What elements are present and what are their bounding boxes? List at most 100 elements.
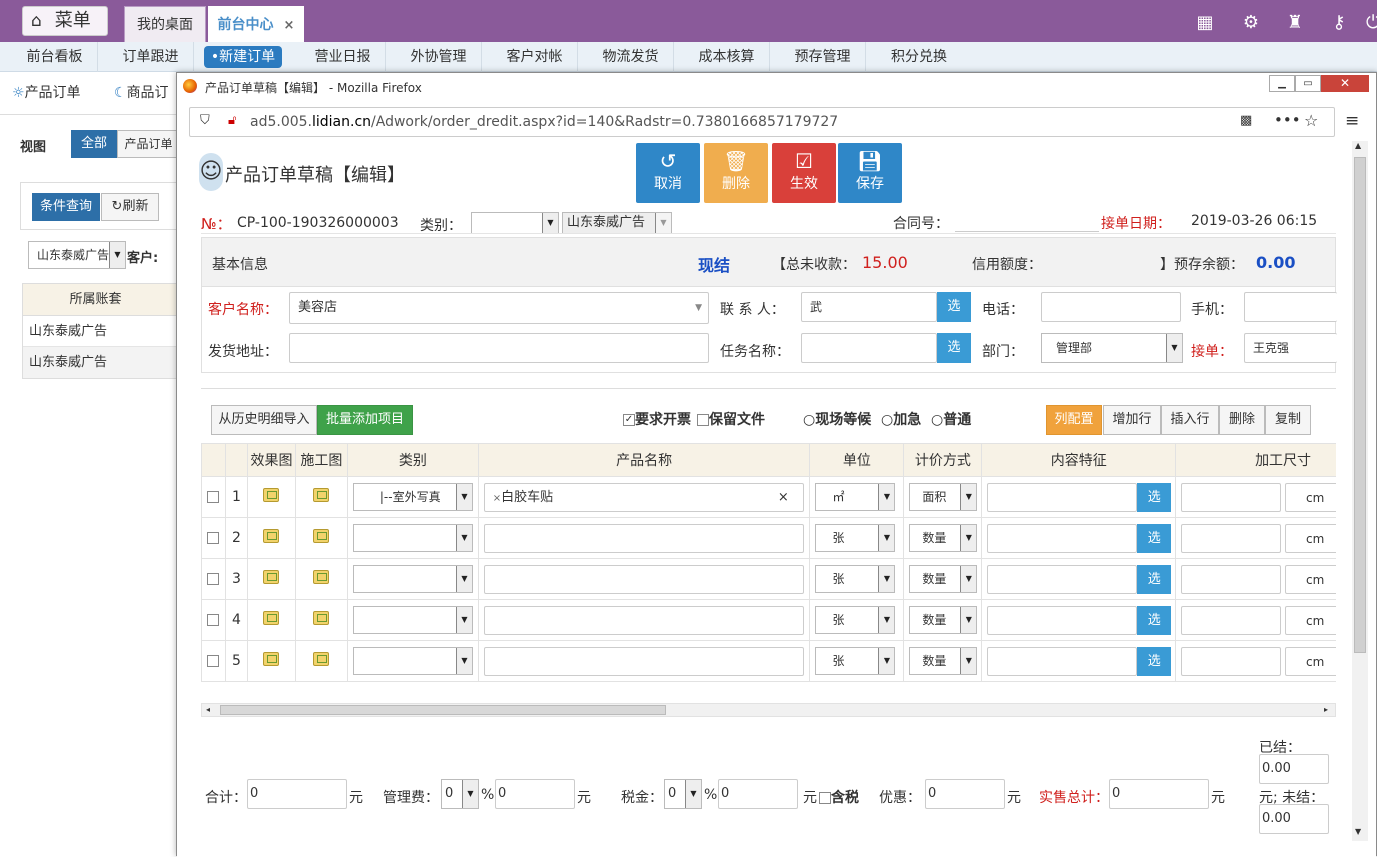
unit-select[interactable]: 张 ▼ bbox=[815, 606, 896, 634]
size-input[interactable] bbox=[1181, 606, 1282, 635]
content-pick-button[interactable]: 选 bbox=[1137, 483, 1172, 512]
table-row[interactable]: 山东泰威广告 bbox=[23, 347, 180, 378]
checkbox[interactable] bbox=[207, 573, 220, 585]
pricing-select[interactable]: 数量 ▼ bbox=[909, 606, 978, 634]
unit-select[interactable]: 张 ▼ bbox=[815, 524, 896, 552]
insecure-lock-icon[interactable]: 🔓︎ bbox=[228, 113, 236, 128]
unit-select[interactable]: ㎡ ▼ bbox=[815, 483, 896, 511]
contract-input[interactable] bbox=[955, 231, 1099, 232]
scroll-thumb[interactable] bbox=[1354, 157, 1366, 653]
priority-onsite[interactable]: ○现场等候 bbox=[803, 409, 871, 429]
save-button[interactable]: 💾︎ 保存 bbox=[838, 143, 902, 203]
content-input[interactable] bbox=[987, 565, 1138, 594]
nav-points[interactable]: 积分兑换 bbox=[876, 42, 962, 72]
column-config-button[interactable]: 列配置 bbox=[1046, 405, 1102, 435]
nav-cost[interactable]: 成本核算 bbox=[684, 42, 770, 72]
more-icon[interactable]: ••• bbox=[1274, 111, 1301, 129]
url-bar[interactable]: ⛉ 🔓︎ ad5.005.lidian.cn/Adwork/order_dred… bbox=[189, 107, 1335, 137]
import-history-button[interactable]: 从历史明细导入 bbox=[211, 405, 317, 435]
delete-row-button[interactable]: 删除 bbox=[1219, 405, 1265, 435]
horizontal-scrollbar[interactable]: ◂ ▸ bbox=[201, 703, 1336, 717]
invoice-option[interactable]: ✓ 要求开票 bbox=[623, 409, 691, 429]
radio-icon[interactable]: ○ bbox=[931, 412, 943, 428]
effect-cell[interactable] bbox=[246, 517, 296, 559]
scroll-right-icon[interactable]: ▸ bbox=[1324, 704, 1328, 716]
effect-cell[interactable] bbox=[246, 476, 296, 518]
checkbox[interactable] bbox=[697, 414, 709, 426]
tax-pct-select[interactable]: 0 ▼ bbox=[664, 779, 702, 809]
category-select[interactable]: |--室外写真 ▼ bbox=[352, 483, 473, 511]
clear-icon[interactable]: × bbox=[778, 484, 789, 511]
batch-add-button[interactable]: 批量添加项目 bbox=[317, 405, 413, 435]
pricing-select[interactable]: 面积 ▼ bbox=[909, 483, 978, 511]
tab-goods-order[interactable]: ☾商品订 bbox=[114, 72, 180, 114]
tax-incl-option[interactable]: 含税 bbox=[819, 787, 859, 807]
copy-row-button[interactable]: 复制 bbox=[1265, 405, 1311, 435]
tab-product-order[interactable]: ☼产品订单 bbox=[12, 72, 102, 114]
row-select[interactable] bbox=[201, 599, 226, 641]
cancel-button[interactable]: ↺ 取消 bbox=[636, 143, 700, 203]
image-upload-icon[interactable] bbox=[263, 529, 280, 543]
unit-select[interactable]: 张 ▼ bbox=[815, 647, 896, 675]
sum-input[interactable]: 0 bbox=[247, 779, 347, 809]
grid-add-icon[interactable]: ▦ bbox=[1194, 12, 1216, 34]
scroll-left-icon[interactable]: ◂ bbox=[206, 704, 210, 716]
insert-row-button[interactable]: 插入行 bbox=[1161, 405, 1219, 435]
mobile-input[interactable] bbox=[1244, 292, 1337, 322]
product-input[interactable] bbox=[483, 565, 804, 594]
nav-prestore[interactable]: 预存管理 bbox=[780, 42, 866, 72]
image-upload-icon[interactable] bbox=[313, 488, 330, 502]
image-upload-icon[interactable] bbox=[313, 529, 330, 543]
row-select[interactable] bbox=[201, 640, 226, 682]
tab-my-desktop[interactable]: 我的桌面 bbox=[124, 6, 206, 42]
contact-input[interactable]: 武 bbox=[801, 292, 937, 322]
image-upload-icon[interactable] bbox=[313, 652, 330, 666]
category-select[interactable]: ▼ bbox=[352, 606, 473, 634]
nav-customer-account[interactable]: 客户对帐 bbox=[492, 42, 578, 72]
dept-select[interactable]: 管理部 ▼ bbox=[1041, 333, 1183, 363]
effect-cell[interactable] bbox=[246, 558, 296, 600]
scroll-down-icon[interactable]: ▼ bbox=[1355, 827, 1361, 836]
checkbox[interactable] bbox=[207, 532, 220, 544]
table-row[interactable]: 山东泰威广告 bbox=[23, 316, 180, 347]
nav-daily-report[interactable]: 营业日报 bbox=[300, 42, 386, 72]
query-button[interactable]: 条件查询 bbox=[32, 193, 100, 221]
star-icon[interactable]: ☆ bbox=[1304, 111, 1318, 130]
close-icon[interactable]: × bbox=[284, 18, 295, 33]
size-input[interactable] bbox=[1181, 483, 1282, 512]
category-select[interactable]: ▼ bbox=[352, 524, 473, 552]
contact-pick-button[interactable]: 选 bbox=[937, 292, 971, 322]
content-pick-button[interactable]: 选 bbox=[1137, 647, 1172, 676]
image-upload-icon[interactable] bbox=[263, 488, 280, 502]
settled-input[interactable]: 0.00 bbox=[1259, 754, 1329, 784]
radio-icon[interactable]: ○ bbox=[881, 412, 893, 428]
nav-logistics[interactable]: 物流发货 bbox=[588, 42, 674, 72]
phone-input[interactable] bbox=[1041, 292, 1181, 322]
mgmt-input[interactable]: 0 bbox=[495, 779, 575, 809]
size-input[interactable] bbox=[1181, 647, 1282, 676]
nav-new-order[interactable]: •新建订单 bbox=[204, 46, 282, 68]
construct-cell[interactable] bbox=[294, 517, 348, 559]
checkbox[interactable] bbox=[207, 491, 220, 503]
product-input[interactable] bbox=[483, 524, 804, 553]
shield-icon[interactable]: ⛉ bbox=[200, 113, 210, 128]
nav-front-board[interactable]: 前台看板 bbox=[12, 42, 98, 72]
gear-icon[interactable]: ⚙ bbox=[1240, 12, 1262, 34]
confirm-button[interactable]: ☑ 生效 bbox=[772, 143, 836, 203]
view-product-button[interactable]: 产品订单 bbox=[117, 130, 180, 158]
content-pick-button[interactable]: 选 bbox=[1137, 606, 1172, 635]
customer-name-select[interactable]: 美容店 ▼ bbox=[289, 292, 709, 324]
mgmt-pct-select[interactable]: 0 ▼ bbox=[441, 779, 479, 809]
construct-cell[interactable] bbox=[294, 599, 348, 641]
content-input[interactable] bbox=[987, 524, 1138, 553]
pricing-select[interactable]: 数量 ▼ bbox=[909, 524, 978, 552]
product-input[interactable] bbox=[483, 647, 804, 676]
add-row-button[interactable]: 增加行 bbox=[1103, 405, 1161, 435]
shirt-icon[interactable]: ♜ bbox=[1284, 12, 1306, 34]
row-select[interactable] bbox=[201, 558, 226, 600]
company-select[interactable]: 山东泰威广告 ▼ bbox=[28, 241, 126, 269]
taker-input[interactable]: 王克强 bbox=[1244, 333, 1337, 363]
content-pick-button[interactable]: 选 bbox=[1137, 565, 1172, 594]
power-icon[interactable]: ⏻ bbox=[1366, 12, 1377, 34]
sales-total-input[interactable]: 0 bbox=[1109, 779, 1209, 809]
